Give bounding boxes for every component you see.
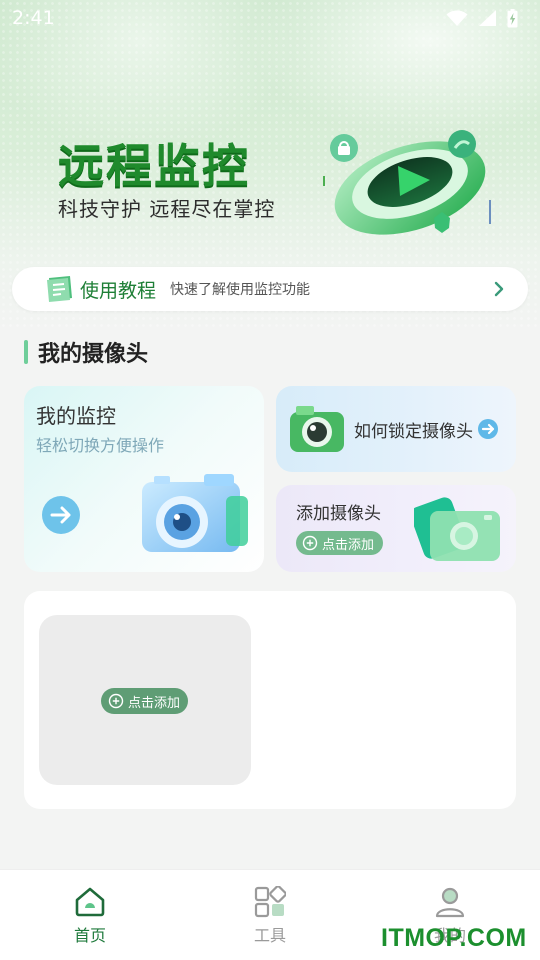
profile-icon bbox=[435, 887, 465, 918]
add-camera-button-label: 点击添加 bbox=[322, 537, 375, 553]
status-icons bbox=[446, 8, 518, 28]
battery-icon bbox=[507, 8, 518, 28]
status-bar: 2:41 bbox=[0, 0, 540, 36]
section-title: 我的摄像头 bbox=[38, 342, 149, 367]
wifi-icon bbox=[446, 10, 468, 26]
nav-item-home[interactable]: 首页 bbox=[45, 886, 135, 946]
tutorial-description: 快速了解使用监控功能 bbox=[170, 282, 311, 298]
slot-add-button-label: 点击添加 bbox=[128, 695, 181, 711]
section-header: 我的摄像头 bbox=[24, 338, 149, 367]
hero-subtitle: 科技守护 远程尽在掌控 bbox=[58, 197, 276, 221]
plus-circle-icon bbox=[108, 693, 124, 709]
green-camera-icon bbox=[290, 406, 344, 452]
tutorial-book-icon bbox=[47, 276, 72, 302]
nav-label-home: 首页 bbox=[73, 926, 106, 945]
lock-camera-card[interactable]: 如何锁定摄像头 bbox=[276, 386, 516, 472]
add-camera-button[interactable]: 点击添加 bbox=[296, 531, 384, 555]
camera-list-panel: 点击添加 bbox=[24, 591, 516, 809]
go-arrow-button[interactable] bbox=[42, 496, 80, 534]
photo-card-illustration bbox=[414, 497, 500, 561]
chevron-right-icon bbox=[494, 281, 504, 297]
my-monitor-subtitle: 轻松切换方便操作 bbox=[36, 436, 165, 455]
tutorial-bar[interactable]: 使用教程 快速了解使用监控功能 bbox=[12, 267, 528, 311]
lock-camera-label: 如何锁定摄像头 bbox=[354, 421, 473, 442]
home-icon bbox=[75, 887, 105, 917]
hero-title: 远程监控 bbox=[58, 139, 250, 193]
section-accent-bar bbox=[24, 340, 28, 364]
site-watermark: ITMOP.COM bbox=[381, 924, 527, 952]
my-monitor-card[interactable]: 我的监控 轻松切换方便操作 bbox=[24, 386, 264, 572]
nav-item-tools[interactable]: 工具 bbox=[225, 886, 315, 946]
add-camera-card[interactable]: 添加摄像头 点击添加 bbox=[276, 485, 516, 572]
arrow-right-icon bbox=[478, 419, 498, 439]
slot-add-button[interactable]: 点击添加 bbox=[101, 688, 189, 714]
camera-slot-empty[interactable]: 点击添加 bbox=[39, 615, 251, 785]
tutorial-label: 使用教程 bbox=[80, 279, 157, 302]
add-camera-label: 添加摄像头 bbox=[296, 504, 381, 524]
camera-illustration bbox=[142, 474, 248, 552]
signal-icon bbox=[479, 10, 496, 26]
nav-label-tools: 工具 bbox=[253, 926, 286, 945]
hero-play-illustration bbox=[323, 130, 491, 235]
status-time: 2:41 bbox=[12, 7, 55, 29]
tools-icon bbox=[254, 886, 286, 918]
my-monitor-title: 我的监控 bbox=[36, 404, 116, 428]
plus-circle-icon bbox=[302, 535, 318, 551]
